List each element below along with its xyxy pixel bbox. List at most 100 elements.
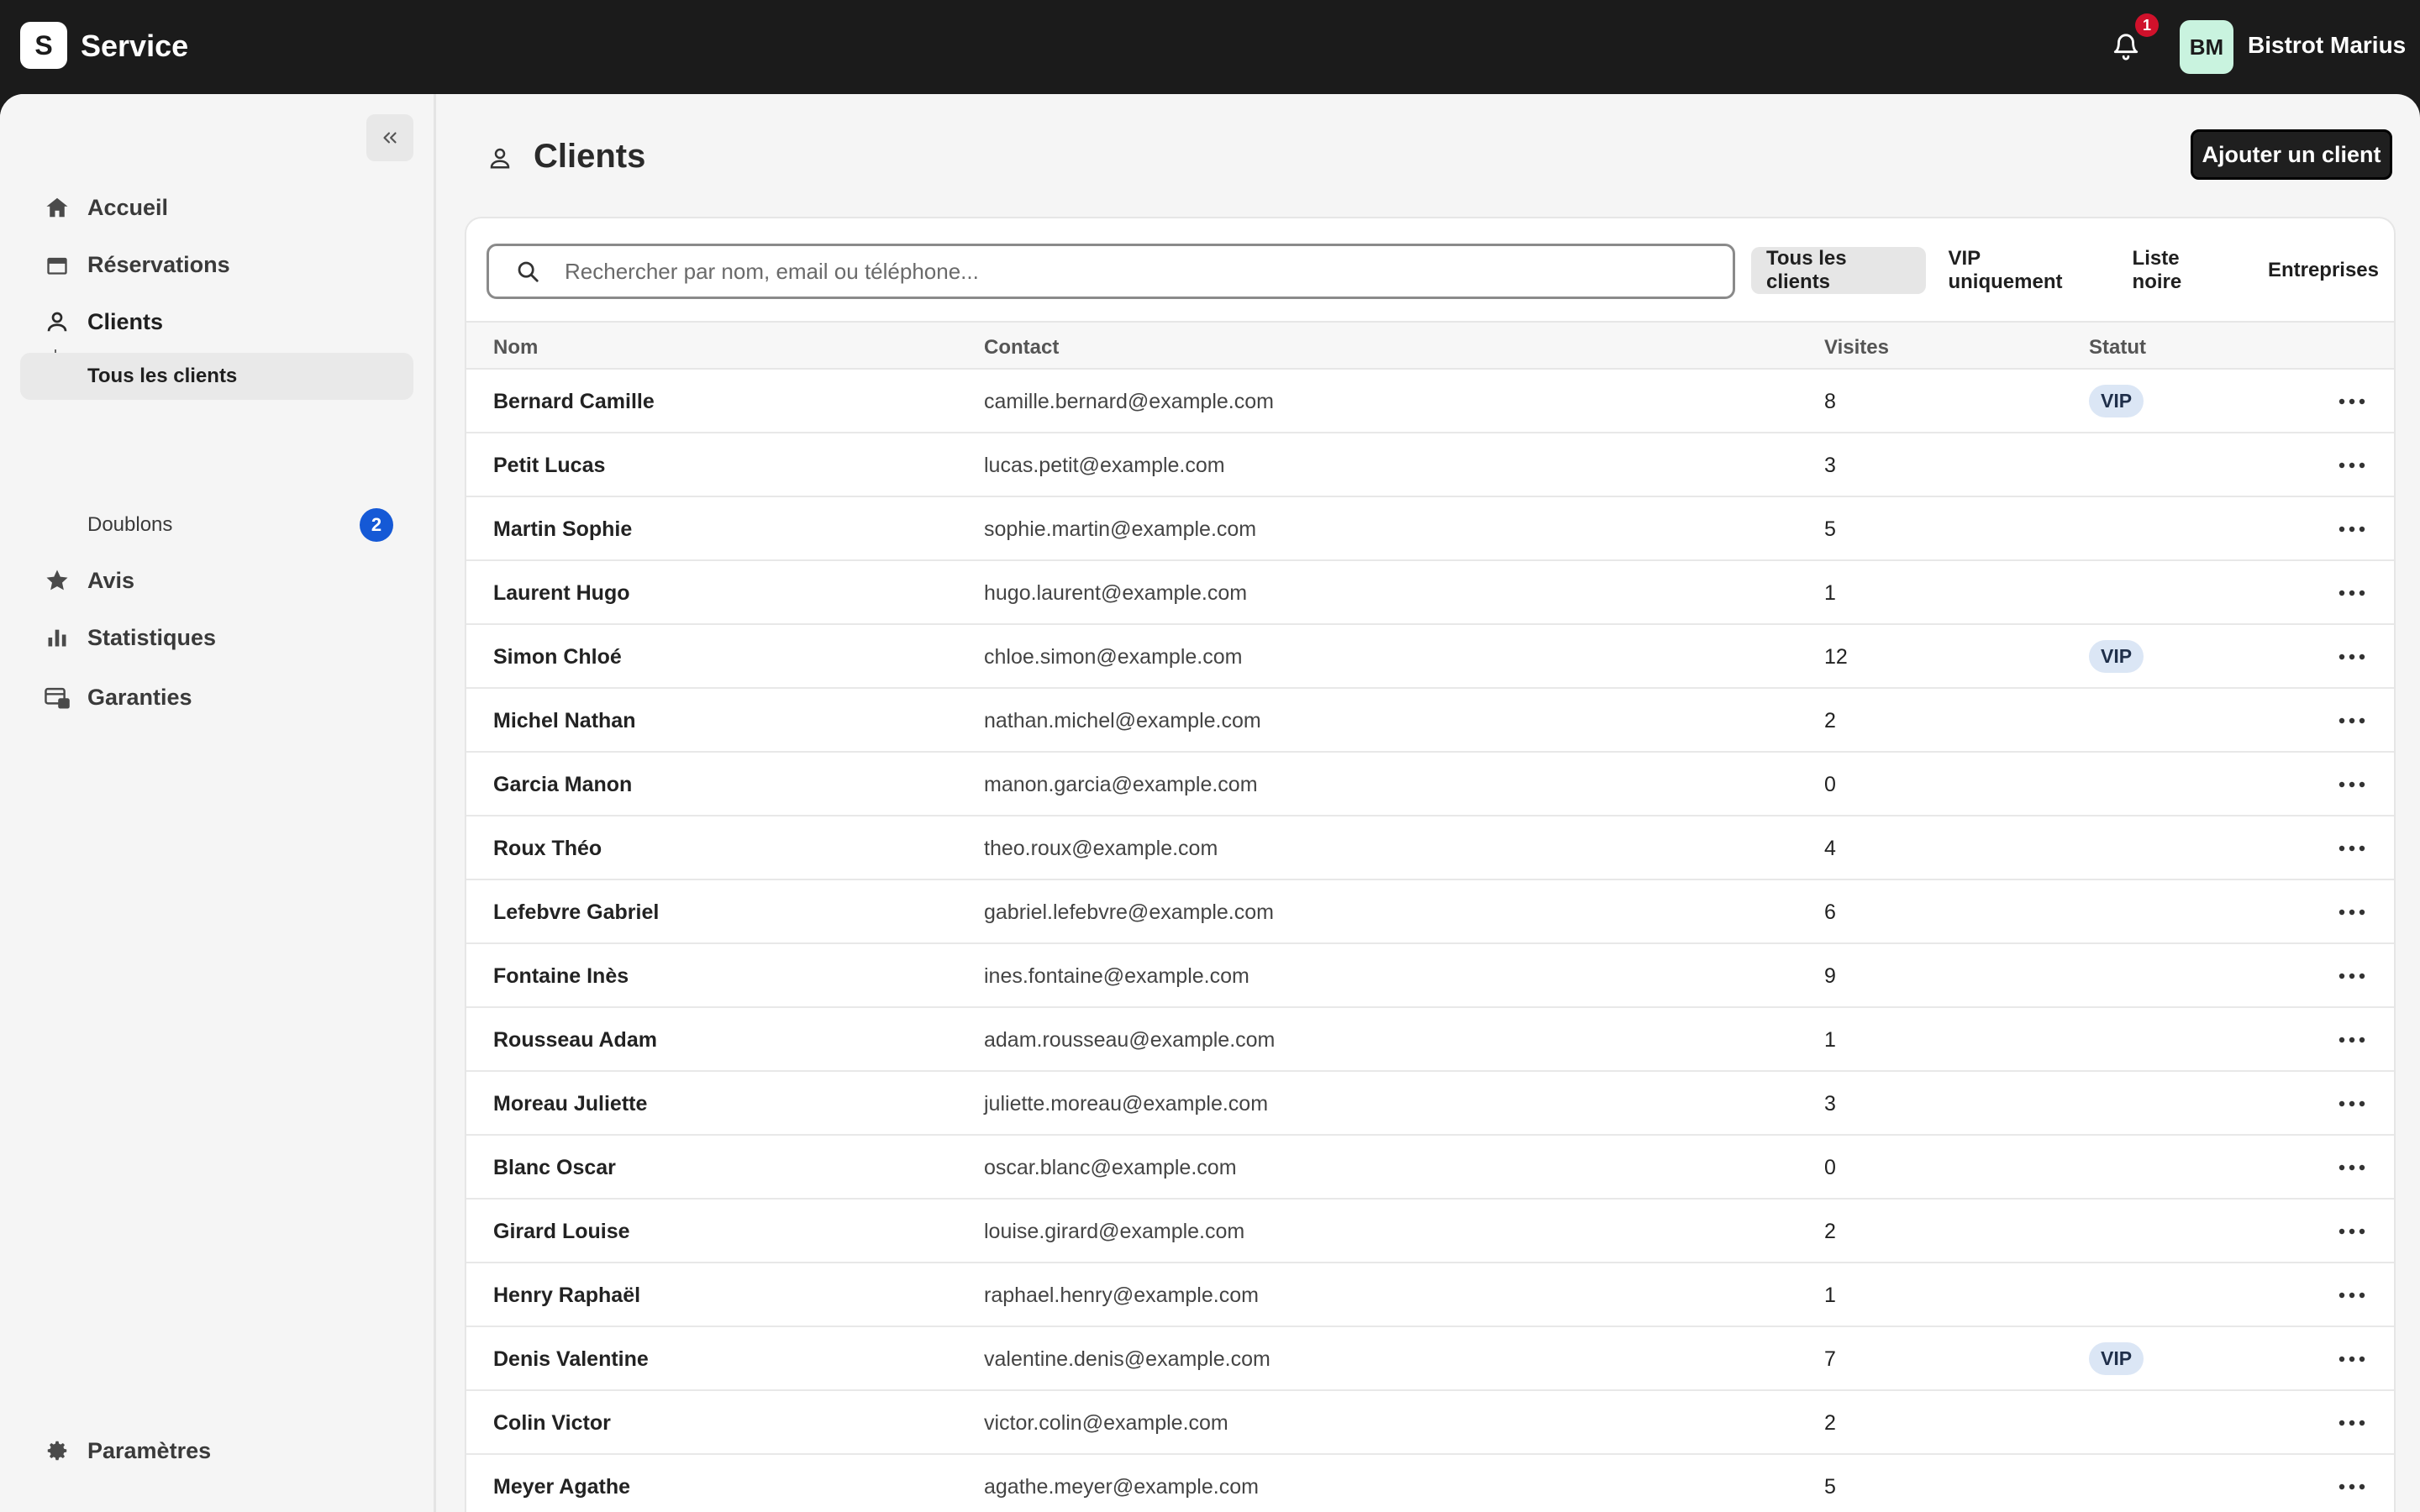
filter-entreprises[interactable]: Entreprises [2253, 247, 2394, 294]
table-row[interactable]: Blanc Oscar oscar.blanc@example.com 0 [466, 1136, 2394, 1200]
client-contact: theo.roux@example.com [984, 837, 1218, 860]
client-name[interactable]: Denis Valentine [493, 1347, 649, 1372]
table-row[interactable]: Simon Chloé chloe.simon@example.com 12 V… [466, 625, 2394, 689]
client-name[interactable]: Garcia Manon [493, 773, 632, 797]
filter-tous-les-clients[interactable]: Tous les clients [1751, 247, 1927, 294]
client-name[interactable]: Meyer Agathe [493, 1475, 630, 1499]
search-box[interactable] [487, 244, 1735, 299]
more-actions-icon[interactable] [2335, 642, 2369, 672]
sidebar-item-clients[interactable]: Clients [20, 298, 413, 345]
sidebar-subitem-label: Tous les clients [87, 365, 238, 387]
more-actions-icon[interactable] [2335, 1344, 2369, 1374]
more-actions-icon[interactable] [2335, 1280, 2369, 1310]
table-row[interactable]: Martin Sophie sophie.martin@example.com … [466, 497, 2394, 561]
sidebar-item-label: Statistiques [87, 624, 217, 650]
more-actions-icon[interactable] [2335, 833, 2369, 864]
table-row[interactable]: Garcia Manon manon.garcia@example.com 0 [466, 753, 2394, 816]
more-actions-icon[interactable] [2335, 1152, 2369, 1183]
table-row[interactable]: Rousseau Adam adam.rousseau@example.com … [466, 1008, 2394, 1072]
app-name: Service [81, 29, 189, 63]
more-actions-icon[interactable] [2335, 386, 2369, 417]
client-name[interactable]: Laurent Hugo [493, 581, 630, 606]
bell-icon[interactable] [2107, 30, 2144, 64]
table-row[interactable]: Roux Théo theo.roux@example.com 4 [466, 816, 2394, 880]
table-row[interactable]: Michel Nathan nathan.michel@example.com … [466, 689, 2394, 753]
client-name[interactable]: Fontaine Inès [493, 964, 629, 989]
client-name[interactable]: Girard Louise [493, 1220, 630, 1244]
gear-icon [40, 1434, 74, 1467]
avatar[interactable]: BM [2180, 20, 2233, 74]
main-content: Clients Ajouter un client Tous les clien… [436, 94, 2420, 1512]
search-icon [511, 255, 544, 288]
client-visits: 9 [1824, 964, 1836, 988]
client-visits: 2 [1824, 1220, 1836, 1243]
account-name[interactable]: Bistrot Marius [2248, 32, 2406, 59]
client-name[interactable]: Simon Chloé [493, 645, 622, 669]
sidebar-item-statistiques[interactable]: Statistiques [20, 614, 413, 661]
more-actions-icon[interactable] [2335, 961, 2369, 991]
client-name[interactable]: Petit Lucas [493, 454, 605, 478]
client-name[interactable]: Henry Raphaël [493, 1284, 640, 1308]
client-contact: adam.rousseau@example.com [984, 1028, 1276, 1052]
sidebar-item-accueil[interactable]: Accueil [20, 184, 413, 231]
search-input[interactable] [563, 257, 1733, 286]
client-name[interactable]: Blanc Oscar [493, 1156, 616, 1180]
column-header-contact[interactable]: Contact [984, 336, 1059, 360]
client-visits: 12 [1824, 645, 1848, 669]
more-actions-icon[interactable] [2335, 1216, 2369, 1247]
table-row[interactable]: Henry Raphaël raphael.henry@example.com … [466, 1263, 2394, 1327]
column-header-visites[interactable]: Visites [1824, 336, 1889, 360]
client-name[interactable]: Martin Sophie [493, 517, 632, 542]
more-actions-icon[interactable] [2335, 578, 2369, 608]
column-header-nom[interactable]: Nom [493, 336, 538, 360]
client-name[interactable]: Colin Victor [493, 1411, 611, 1436]
client-visits: 3 [1824, 1092, 1836, 1116]
table-row[interactable]: Bernard Camille camille.bernard@example.… [466, 370, 2394, 433]
app-logo[interactable]: S [20, 22, 67, 69]
client-contact: victor.colin@example.com [984, 1411, 1228, 1435]
client-visits: 2 [1824, 709, 1836, 732]
client-visits: 1 [1824, 1284, 1836, 1307]
sidebar-subitem-doublons[interactable]: Doublons [20, 501, 413, 549]
calendar-icon [40, 248, 74, 281]
client-name[interactable]: Lefebvre Gabriel [493, 900, 659, 925]
table-row[interactable]: Fontaine Inès ines.fontaine@example.com … [466, 944, 2394, 1008]
more-actions-icon[interactable] [2335, 450, 2369, 480]
notification-count-badge: 1 [2135, 13, 2159, 37]
table-row[interactable]: Colin Victor victor.colin@example.com 2 [466, 1391, 2394, 1455]
vip-badge: VIP [2089, 1342, 2144, 1375]
client-name[interactable]: Roux Théo [493, 837, 602, 861]
client-status: VIP [2089, 385, 2144, 417]
add-client-button[interactable]: Ajouter un client [2191, 129, 2392, 180]
table-row[interactable]: Meyer Agathe agathe.meyer@example.com 5 [466, 1455, 2394, 1512]
more-actions-icon[interactable] [2335, 514, 2369, 544]
sidebar-subitem-tous-les-clients[interactable]: Tous les clients [20, 353, 413, 400]
client-name[interactable]: Rousseau Adam [493, 1028, 657, 1053]
sidebar-item-avis[interactable]: Avis [20, 557, 413, 604]
client-name[interactable]: Bernard Camille [493, 390, 655, 414]
sidebar-item-parametres[interactable]: Paramètres [20, 1427, 413, 1474]
collapse-sidebar-button[interactable] [366, 114, 413, 161]
table-row[interactable]: Moreau Juliette juliette.moreau@example.… [466, 1072, 2394, 1136]
more-actions-icon[interactable] [2335, 897, 2369, 927]
more-actions-icon[interactable] [2335, 1408, 2369, 1438]
more-actions-icon[interactable] [2335, 1089, 2369, 1119]
more-actions-icon[interactable] [2335, 1025, 2369, 1055]
table-row[interactable]: Lefebvre Gabriel gabriel.lefebvre@exampl… [466, 880, 2394, 944]
client-name[interactable]: Moreau Juliette [493, 1092, 647, 1116]
filter-vip-uniquement[interactable]: VIP uniquement [1933, 247, 2110, 294]
table-row[interactable]: Girard Louise louise.girard@example.com … [466, 1200, 2394, 1263]
sidebar-item-garanties[interactable]: Garanties [20, 674, 413, 721]
table-row[interactable]: Denis Valentine valentine.denis@example.… [466, 1327, 2394, 1391]
more-actions-icon[interactable] [2335, 1472, 2369, 1502]
sidebar-item-reservations[interactable]: Réservations [20, 241, 413, 288]
client-name[interactable]: Michel Nathan [493, 709, 635, 733]
client-status: VIP [2089, 1342, 2144, 1375]
table-row[interactable]: Petit Lucas lucas.petit@example.com 3 [466, 433, 2394, 497]
client-contact: juliette.moreau@example.com [984, 1092, 1269, 1116]
more-actions-icon[interactable] [2335, 769, 2369, 800]
more-actions-icon[interactable] [2335, 706, 2369, 736]
table-row[interactable]: Laurent Hugo hugo.laurent@example.com 1 [466, 561, 2394, 625]
filter-liste-noire[interactable]: Liste noire [2118, 247, 2246, 294]
column-header-statut[interactable]: Statut [2089, 336, 2146, 360]
